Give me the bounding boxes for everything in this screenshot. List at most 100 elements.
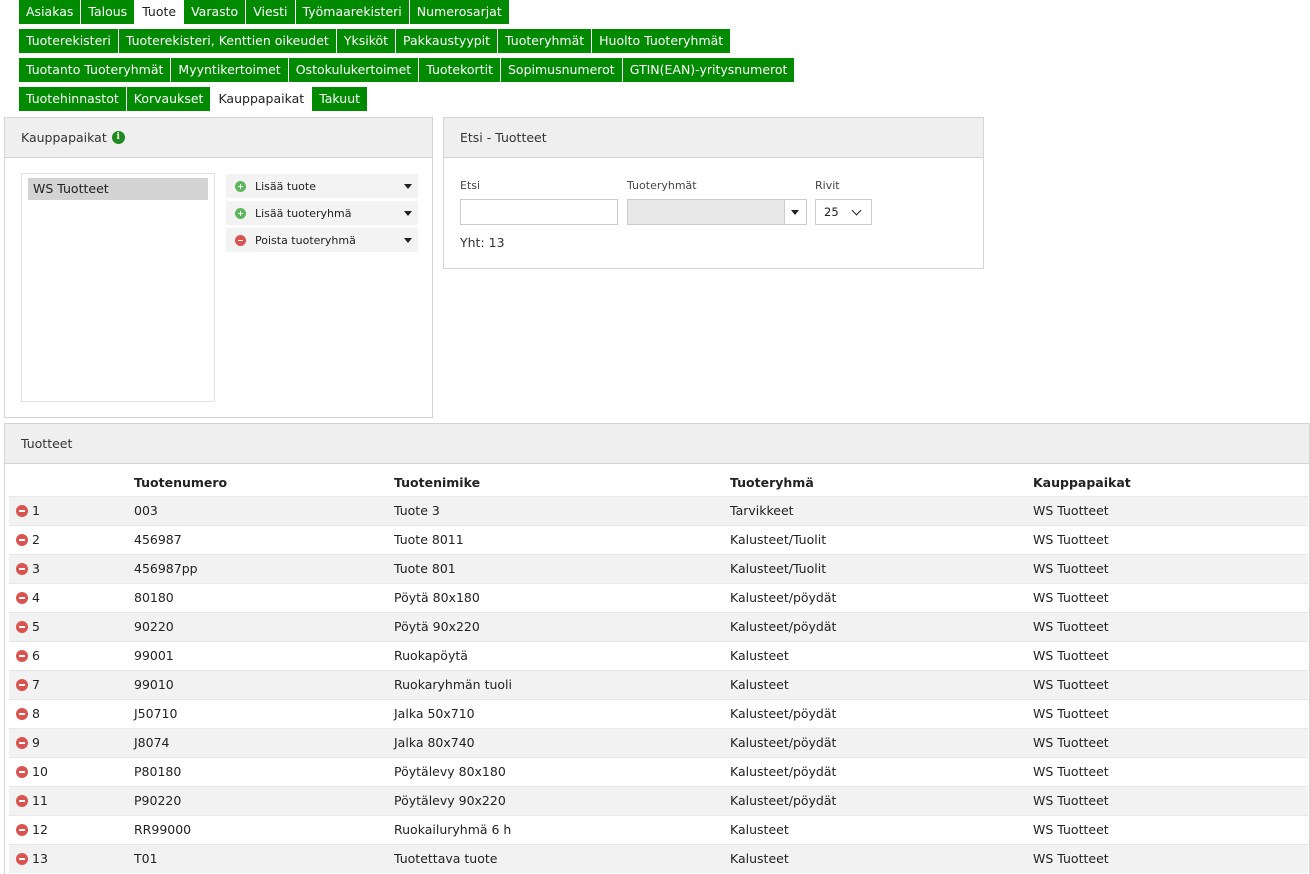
column-header[interactable]: Kauppapaikat	[1033, 469, 1308, 496]
plus-circle-icon	[235, 207, 246, 219]
table-row[interactable]: 10 P80180 Pöytälevy 80x180 Kalusteet/pöydät…	[9, 756, 1308, 786]
table-cell: Ruokaryhmän tuoli	[394, 669, 730, 699]
nav-tab-korvaukset[interactable]: Korvaukset	[126, 87, 212, 111]
table-cell: WS Tuotteet	[1033, 756, 1308, 786]
products-title: Tuotteet	[21, 436, 73, 451]
products-panel-header: Tuotteet	[5, 424, 1309, 464]
table-cell: WS Tuotteet	[1033, 553, 1308, 583]
nav-row-4: Tuotehinnastot Korvaukset Kauppapaikat T…	[19, 87, 369, 111]
column-header[interactable]: Tuoteryhmä	[730, 469, 1033, 496]
remove-icon[interactable]	[16, 505, 28, 517]
nav-tab-gtin-yritysnumerot[interactable]: GTIN(EAN)-yritysnumerot	[622, 58, 796, 82]
info-icon[interactable]: i	[111, 131, 125, 144]
table-cell: 4	[9, 582, 134, 612]
remove-icon[interactable]	[16, 737, 28, 749]
table-row[interactable]: 11 P90220 Pöytälevy 90x220 Kalusteet/pöydät…	[9, 785, 1308, 815]
nav-tab-asiakas[interactable]: Asiakas	[19, 0, 82, 24]
table-cell: WS Tuotteet	[1033, 843, 1308, 873]
table-cell: 90220	[134, 611, 394, 641]
row-number: 3	[32, 561, 40, 576]
table-cell: Kalusteet/Tuolit	[730, 553, 1033, 583]
table-row[interactable]: 6 99001 Ruokapöytä Kalusteet WS Tuotteet	[9, 640, 1308, 670]
nav-tab-huolto-tuoteryhmat[interactable]: Huolto Tuoteryhmät	[592, 29, 732, 53]
remove-icon[interactable]	[16, 766, 28, 778]
nav-tab-tuote[interactable]: Tuote	[135, 0, 185, 24]
table-row[interactable]: 8 J50710 Jalka 50x710 Kalusteet/pöydät WS Tu…	[9, 698, 1308, 728]
add-product-label: Lisää tuote	[255, 179, 316, 193]
remove-icon[interactable]	[16, 563, 28, 575]
table-cell: 1	[9, 495, 134, 525]
nav-tab-kauppapaikat[interactable]: Kauppapaikat	[211, 87, 313, 111]
row-number: 6	[32, 648, 40, 663]
table-cell: WS Tuotteet	[1033, 582, 1308, 612]
table-cell: P80180	[134, 756, 394, 786]
table-cell: Kalusteet	[730, 843, 1033, 873]
nav-tab-sopimusnumerot[interactable]: Sopimusnumerot	[500, 58, 623, 82]
table-cell: T01	[134, 843, 394, 873]
marketplace-list: WS Tuotteet	[21, 173, 215, 402]
nav-tab-tuoterekisteri[interactable]: Tuoterekisteri	[19, 29, 119, 53]
plus-circle-icon	[235, 180, 246, 192]
nav-tab-tuotanto-tuoteryhmat[interactable]: Tuotanto Tuoteryhmät	[19, 58, 172, 82]
search-input[interactable]	[460, 199, 618, 225]
add-product-action[interactable]: Lisää tuote	[226, 174, 418, 198]
table-cell: 456987pp	[134, 553, 394, 583]
remove-icon[interactable]	[16, 824, 28, 836]
remove-icon[interactable]	[16, 592, 28, 604]
nav-tab-tuoteryhmat[interactable]: Tuoteryhmät	[498, 29, 593, 53]
table-row[interactable]: 4 80180 Pöytä 80x180 Kalusteet/pöydät WS Tuo…	[9, 582, 1308, 612]
remove-icon[interactable]	[16, 853, 28, 866]
marketplace-item[interactable]: WS Tuotteet	[28, 178, 208, 200]
nav-tab-tyomaarekisteri[interactable]: Työmaarekisteri	[295, 0, 410, 24]
caret-down-icon[interactable]	[404, 211, 412, 216]
table-cell: RR99000	[134, 814, 394, 844]
nav-tab-myyntikertoimet[interactable]: Myyntikertoimet	[171, 58, 289, 82]
table-cell: WS Tuotteet	[1033, 611, 1308, 641]
rows-select[interactable]: 25	[815, 199, 872, 225]
remove-icon[interactable]	[16, 795, 28, 807]
row-number: 13	[32, 851, 48, 867]
table-row[interactable]: 5 90220 Pöytä 90x220 Kalusteet/pöydät WS Tuo…	[9, 611, 1308, 641]
add-group-action[interactable]: Lisää tuoteryhmä	[226, 201, 418, 225]
nav-tab-varasto[interactable]: Varasto	[184, 0, 247, 24]
marketplaces-panel-header: Kauppapaikat i	[5, 118, 432, 158]
nav-tab-yksikot[interactable]: Yksiköt	[336, 29, 397, 53]
remove-icon[interactable]	[16, 679, 28, 691]
table-row[interactable]: 12 RR99000 Ruokailuryhmä 6 h Kalusteet WS Tu…	[9, 814, 1308, 844]
nav-tab-ostokulukertoimet[interactable]: Ostokulukertoimet	[288, 58, 420, 82]
table-cell: 8	[9, 698, 134, 728]
remove-icon[interactable]	[16, 650, 28, 662]
table-row[interactable]: 3 456987pp Tuote 801 Kalusteet/Tuolit WS Tuo…	[9, 553, 1308, 583]
remove-icon[interactable]	[16, 708, 28, 720]
caret-down-icon[interactable]	[404, 184, 412, 189]
table-cell: Kalusteet/pöydät	[730, 756, 1033, 786]
remove-icon[interactable]	[16, 621, 28, 633]
row-number: 5	[32, 619, 40, 634]
column-header[interactable]: Tuotenimike	[394, 469, 730, 496]
nav-tab-kenttien-oikeudet[interactable]: Tuoterekisteri, Kenttien oikeudet	[118, 29, 337, 53]
nav-tab-viesti[interactable]: Viesti	[246, 0, 296, 24]
product-group-select[interactable]	[627, 199, 785, 225]
row-number: 1	[32, 503, 40, 518]
table-cell: Kalusteet/pöydät	[730, 582, 1033, 612]
table-row[interactable]: 7 99010 Ruokaryhmän tuoli Kalusteet WS Tuott…	[9, 669, 1308, 699]
remove-group-action[interactable]: Poista tuoteryhmä	[226, 228, 418, 252]
caret-down-icon[interactable]	[404, 238, 412, 243]
nav-tab-tuotekortit[interactable]: Tuotekortit	[419, 58, 501, 82]
nav-tab-numerosarjat[interactable]: Numerosarjat	[409, 0, 510, 24]
nav-tab-pakkaustyypit[interactable]: Pakkaustyypit	[396, 29, 499, 53]
product-group-dropdown-button[interactable]	[785, 199, 807, 225]
nav-tab-takuut[interactable]: Takuut	[312, 87, 369, 111]
table-row[interactable]: 1 003 Tuote 3 Tarvikkeet WS Tuotteet	[9, 495, 1308, 525]
table-row[interactable]: 9 J8074 Jalka 80x740 Kalusteet/pöydät WS Tuo…	[9, 727, 1308, 757]
nav-tab-talous[interactable]: Talous	[81, 0, 136, 24]
row-number: 8	[32, 706, 40, 721]
table-row[interactable]: 2 456987 Tuote 8011 Kalusteet/Tuolit WS Tuot…	[9, 524, 1308, 554]
nav-tab-tuotehinnastot[interactable]: Tuotehinnastot	[19, 87, 127, 111]
column-header[interactable]: Tuotenumero	[134, 469, 394, 496]
table-cell: Tuotettava tuote	[394, 843, 730, 873]
table-row[interactable]: 13 T01 Tuotettava tuote Kalusteet WS Tuottee…	[9, 843, 1308, 873]
table-cell: Ruokailuryhmä 6 h	[394, 814, 730, 844]
remove-icon[interactable]	[16, 534, 28, 546]
total-count: Yht: 13	[460, 235, 505, 250]
